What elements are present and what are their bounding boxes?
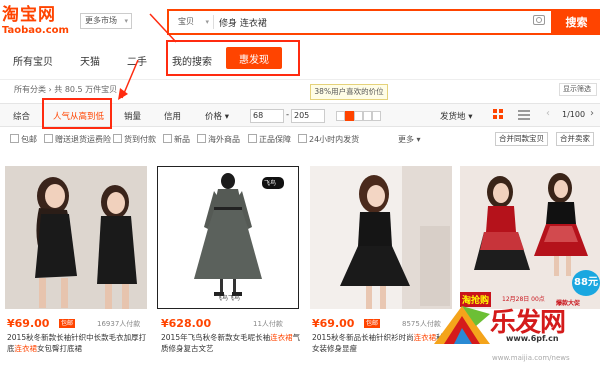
taobao-logo[interactable]: 淘宝网 Taobao.com xyxy=(2,6,72,40)
chevron-down-icon: ▾ xyxy=(224,112,229,122)
product-image-tag: 飞鸟 xyxy=(264,180,277,187)
product-price: ¥69.00 xyxy=(312,317,355,330)
product-title[interactable]: 2015秋冬新款长袖针织中长款毛衣加厚打底连衣裙女包臀打底裙 xyxy=(7,332,149,354)
promo-price-badge: 88元 xyxy=(572,270,600,296)
sort-price[interactable]: 价格 ▾ xyxy=(205,110,229,122)
product-title-a: 2015秋冬新品长袖针织衫时尚 xyxy=(312,333,414,342)
chevron-down-icon: ▾ xyxy=(124,17,128,25)
filter-row: 包邮 赠送退货运费险 货到付款 新品 海外商品 正品保障 24小时内发货 更多 … xyxy=(0,130,600,148)
next-page-icon[interactable]: › xyxy=(590,108,594,119)
more-filters[interactable]: 更多 ▾ xyxy=(398,134,421,145)
camera-icon[interactable] xyxy=(533,15,545,25)
price-min-input[interactable]: 68 xyxy=(250,109,284,123)
filter-genuine[interactable]: 正品保障 xyxy=(248,134,291,145)
price-tooltip: 38%用户喜欢的价位 xyxy=(310,84,388,100)
product-title-a: 2015年飞鸟秋冬新款女毛呢长袖 xyxy=(161,333,271,342)
grid-view-icon[interactable] xyxy=(493,109,505,121)
more-filters-label: 更多 xyxy=(398,135,414,144)
search-tabs: 所有宝贝 天猫 二手 我的搜索 xyxy=(0,44,600,74)
sort-default[interactable]: 综合 xyxy=(13,110,30,122)
search-button[interactable]: 搜索 xyxy=(553,9,600,35)
shipping-badge: 包邮 xyxy=(364,319,381,328)
filter-24h-ship[interactable]: 24小时内发货 xyxy=(298,134,359,145)
product-sold-count: 11人付款 xyxy=(253,320,283,328)
shipping-badge: 包邮 xyxy=(59,319,76,328)
product-image[interactable]: 88元 淘抢购 12月28日 00点 爆款大促 xyxy=(460,166,600,309)
tab-second-hand[interactable]: 二手 xyxy=(127,53,147,68)
merge-same-button[interactable]: 合并同款宝贝 xyxy=(495,132,548,146)
prev-page-icon[interactable]: ‹ xyxy=(546,108,550,119)
sort-price-label: 价格 xyxy=(205,112,223,122)
search-category-label: 宝贝 xyxy=(178,17,194,26)
product-image[interactable]: 飞鸟 飞鸟飞鸟 xyxy=(157,166,299,309)
sort-credit[interactable]: 信用 xyxy=(164,110,181,122)
product-title-b: 女包臀打底裙 xyxy=(37,344,82,353)
filter-overseas[interactable]: 海外商品 xyxy=(197,134,240,145)
chevron-down-icon: ▾ xyxy=(205,18,209,26)
watermark-url: www.6pf.cn xyxy=(506,334,559,343)
product-price: ¥628.00 xyxy=(161,317,212,330)
price-max-input[interactable]: 205 xyxy=(291,109,325,123)
market-dropdown[interactable]: 更多市场 ▾ xyxy=(80,13,132,29)
merge-seller-button[interactable]: 合并卖家 xyxy=(556,132,594,146)
search-box: 宝贝 ▾ xyxy=(167,9,553,35)
logo-text-en: Taobao.com xyxy=(2,25,69,36)
top-bar: 淘宝网 Taobao.com 更多市场 ▾ 宝贝 ▾ 搜索 xyxy=(0,0,600,44)
watermark: 乐发网 www.6pf.cn www.maijia.com/news xyxy=(432,300,600,368)
product-image-caption: 飞鸟飞鸟 xyxy=(216,295,241,302)
market-label: 更多市场 xyxy=(85,16,117,25)
tab-all-items[interactable]: 所有宝贝 xyxy=(13,53,53,68)
breadcrumb: 所有分类 › 共 80.5 万件宝贝 显示筛选 xyxy=(0,79,600,99)
ship-from-dropdown[interactable]: 发货地 ▾ xyxy=(440,110,473,122)
list-view-icon[interactable] xyxy=(518,109,530,121)
filter-new[interactable]: 新品 xyxy=(163,134,190,145)
watermark-url-secondary: www.maijia.com/news xyxy=(492,354,570,362)
product-image[interactable] xyxy=(310,166,452,309)
price-distribution-bars[interactable] xyxy=(336,111,382,121)
page-indicator: 1/100 xyxy=(562,110,586,119)
ship-from-label: 发货地 xyxy=(440,112,466,122)
breadcrumb-text: 所有分类 › 共 80.5 万件宝贝 xyxy=(14,85,118,94)
tab-tmall[interactable]: 天猫 xyxy=(80,53,100,68)
logo-text-cn: 淘宝网 xyxy=(2,5,56,25)
product-sold-count: 16937人付款 xyxy=(97,320,141,328)
filter-return-insurance[interactable]: 赠送退货运费险 xyxy=(44,134,111,145)
annotation-highlight-box xyxy=(42,98,112,129)
product-title-highlight: 连衣裙 xyxy=(14,344,38,353)
filter-cod[interactable]: 货到付款 xyxy=(113,134,156,145)
annotation-highlight-box xyxy=(166,40,300,76)
sort-sales[interactable]: 销量 xyxy=(124,110,141,122)
product-image[interactable] xyxy=(5,166,147,309)
product-title-highlight: 连衣裙 xyxy=(270,333,293,342)
product-title[interactable]: 2015年飞鸟秋冬新款女毛呢长袖连衣裙气质修身复古文艺 xyxy=(161,332,303,354)
product-price: ¥69.00 xyxy=(7,317,50,330)
filter-free-shipping[interactable]: 包邮 xyxy=(10,134,37,145)
search-input[interactable] xyxy=(219,14,519,30)
chevron-down-icon: ▾ xyxy=(416,135,421,144)
watermark-logo-icon xyxy=(434,306,490,344)
search-category-select[interactable]: 宝贝 ▾ xyxy=(172,15,214,29)
price-range-dash: - xyxy=(286,110,290,120)
display-filter-button[interactable]: 显示筛选 xyxy=(559,83,597,96)
chevron-down-icon: ▾ xyxy=(468,112,473,122)
